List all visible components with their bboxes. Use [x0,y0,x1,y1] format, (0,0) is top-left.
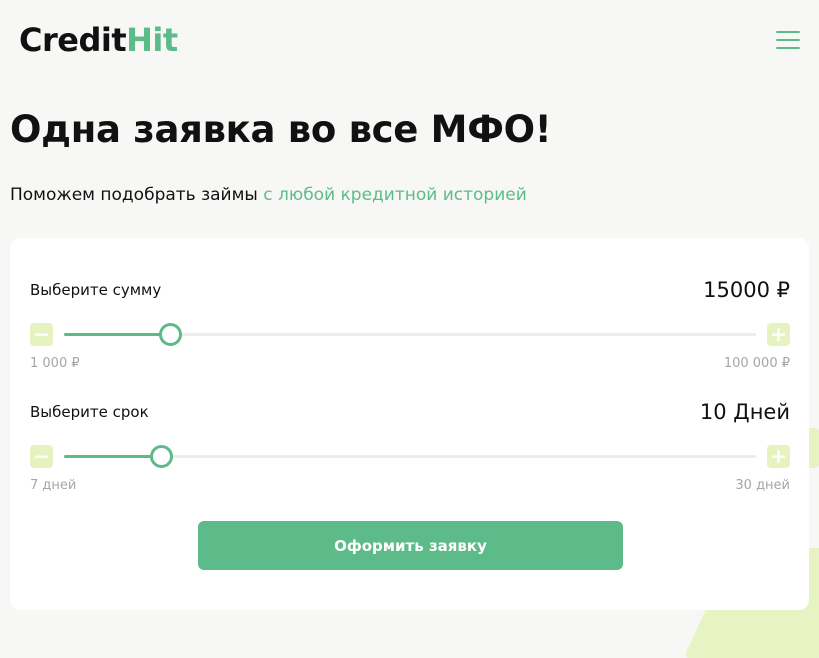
amount-slider-fill [64,333,172,336]
amount-decrease-button[interactable]: − [30,323,53,346]
term-slider-fill [64,455,163,458]
subtitle-text: Поможем подобрать займы [10,185,258,205]
logo[interactable]: CreditHit [19,20,178,60]
term-min-label: 7 дней [30,478,77,493]
submit-application-button[interactable]: Оформить заявку [198,521,623,570]
logo-text-hit: Hit [126,21,178,59]
amount-slider-track[interactable] [64,323,756,346]
amount-slider-thumb[interactable] [159,323,183,346]
term-decrease-button[interactable]: − [30,445,53,468]
term-value: 10 Дней [699,400,790,424]
term-slider-track[interactable] [64,445,756,468]
amount-increase-button[interactable]: + [767,323,790,346]
term-increase-button[interactable]: + [767,445,790,468]
term-slider-block: Выберите срок 10 Дней − + 7 дней 30 дней [30,396,790,506]
term-slider-thumb[interactable] [150,445,174,468]
term-max-label: 30 дней [735,478,790,493]
amount-value: 15000 ₽ [703,278,790,302]
amount-slider-block: Выберите сумму 15000 ₽ − + 1 000 ₽ 100 0… [30,274,790,384]
hamburger-menu-icon[interactable] [776,31,800,49]
subtitle-accent-text: с любой кредитной историей [263,185,527,205]
loan-calculator-card: Выберите сумму 15000 ₽ − + 1 000 ₽ 100 0… [10,238,809,610]
page-title: Одна заявка во все МФО! [10,108,552,151]
logo-text-credit: Credit [19,21,127,59]
amount-max-label: 100 000 ₽ [723,356,790,371]
term-label: Выберите срок [30,403,149,421]
amount-label: Выберите сумму [30,281,162,299]
amount-min-label: 1 000 ₽ [30,356,80,371]
site-header: CreditHit [0,0,819,80]
page-subtitle: Поможем подобрать займы с любой кредитно… [10,183,527,207]
